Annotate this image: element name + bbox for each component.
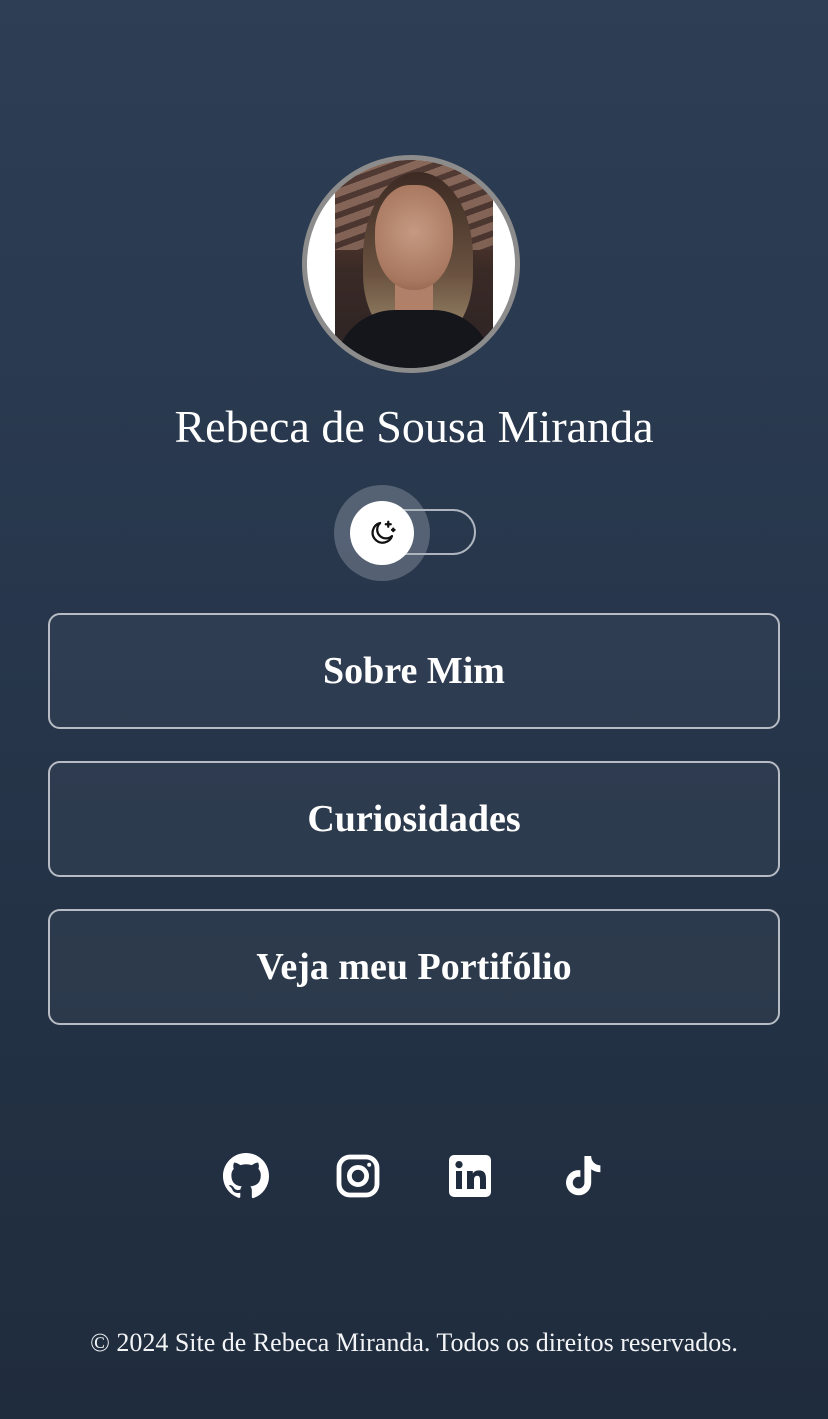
tiktok-icon[interactable] — [558, 1152, 606, 1200]
github-icon[interactable] — [222, 1152, 270, 1200]
profile-name: Rebeca de Sousa Miranda — [174, 401, 654, 452]
footer-text: © 2024 Site de Rebeca Miranda. Todos os … — [90, 1328, 738, 1357]
portfolio-button[interactable]: Veja meu Portifólio — [48, 909, 780, 1025]
curiosities-button[interactable]: Curiosidades — [48, 761, 780, 877]
social-links — [0, 1152, 828, 1202]
linkedin-icon[interactable] — [446, 1152, 494, 1200]
about-me-button[interactable]: Sobre Mim — [48, 613, 780, 729]
moon-stars-icon — [371, 520, 396, 544]
avatar — [302, 155, 520, 373]
theme-toggle[interactable] — [334, 485, 480, 581]
toggle-knob[interactable] — [350, 501, 414, 565]
profile-photo — [335, 160, 493, 368]
instagram-icon[interactable] — [334, 1152, 382, 1200]
